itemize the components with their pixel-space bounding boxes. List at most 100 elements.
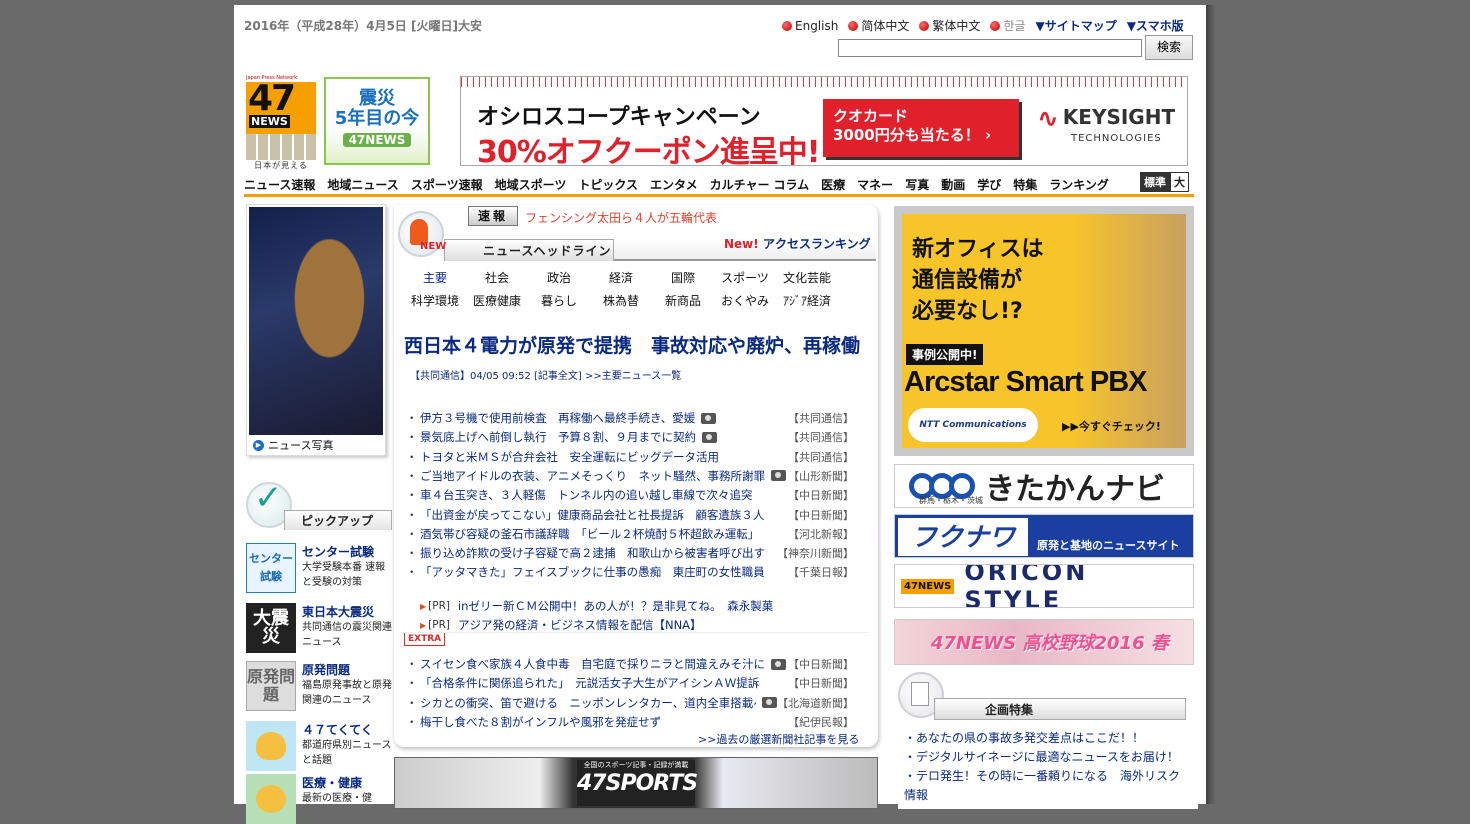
koshien-banner[interactable]: 47NEWS 高校野球2016 春: [894, 619, 1194, 665]
top-ad-banner[interactable]: オシロスコープキャンペーン 30%オフクーポン進呈中! クオカード 3000円分…: [460, 76, 1188, 166]
news-headline-link[interactable]: 伊方３号機で使用前検査 再稼働へ最終手続き、愛媛: [420, 410, 695, 426]
news-headline-link[interactable]: 車４台玉突き、３人軽傷 トンネル内の追い越し車線で次々追突: [420, 487, 752, 503]
category-tab[interactable]: ｱｼﾞｱ経済: [776, 292, 838, 309]
pr-row[interactable]: ▶ [PR] inゼリー新ＣＭ公開中！あの人が！？是非見てね。 森永製菓: [420, 598, 773, 614]
category-tab[interactable]: 新商品: [652, 292, 714, 309]
news-row[interactable]: ・景気底上げへ前倒し執行 予算８割、９月までに契約 【共同通信】: [406, 428, 854, 446]
nav-item[interactable]: ニュース速報: [244, 173, 315, 193]
nav-item[interactable]: トピックス: [578, 173, 638, 193]
nav-item[interactable]: 医療: [821, 173, 845, 193]
nav-item[interactable]: 特集: [1013, 173, 1037, 193]
category-tab[interactable]: 経済: [590, 269, 652, 286]
nav-item[interactable]: 動画: [941, 173, 965, 193]
news-headline-link[interactable]: ご当地アイドルの衣装、アニメそっくり ネット騒然、事務所謝罪: [420, 468, 765, 484]
nav-item[interactable]: コラム: [774, 173, 810, 193]
full-article-link[interactable]: [記事全文]: [534, 371, 582, 382]
pickup-item[interactable]: 医療・健康 最新の医療・健: [246, 774, 392, 824]
category-tab[interactable]: おくやみ: [714, 292, 776, 309]
news-headline-link[interactable]: 景気底上げへ前倒し執行 予算８割、９月までに契約: [420, 429, 696, 445]
news-headline-link[interactable]: 酒気帯び容疑の釜石市議辞職 「ビール２杯焼酎５杯超飲み運転」: [420, 526, 759, 542]
pickup-item[interactable]: センター試験 センター試験 大学受験本番 速報と受験の対策: [246, 543, 392, 593]
category-tab[interactable]: 国際: [652, 269, 714, 286]
bullet: ・: [406, 430, 418, 445]
nav-item[interactable]: 地域ニュース: [327, 173, 398, 193]
news-headline-link[interactable]: トヨタと米ＭＳが合弁会社 安全運転にビッグデータ活用: [420, 449, 719, 465]
news-headline-link[interactable]: 「合格条件に関係追られた」 元説活女子大生がアイシンＡＷ提訴: [420, 675, 759, 691]
category-tab[interactable]: 科学環境: [404, 292, 466, 309]
fukunawa-banner[interactable]: フクナワ 原発と基地のニュースサイト: [894, 514, 1194, 558]
lang-english-link[interactable]: English: [782, 17, 838, 34]
sitemap-link[interactable]: ▼サイトマップ: [1035, 17, 1116, 34]
kitakan-banner[interactable]: きたかんナビ 群馬・栃木・茨城: [894, 464, 1194, 508]
pr-link[interactable]: アジア発の経済・ビジネス情報を配信【NNA】: [458, 617, 702, 633]
nav-item[interactable]: ランキング: [1049, 173, 1109, 193]
news-row[interactable]: ・トヨタと米ＭＳが合弁会社 安全運転にビッグデータ活用 【共同通信】: [406, 448, 854, 466]
kikaku-item-cont[interactable]: 情報: [898, 786, 1198, 805]
news-row[interactable]: ・スイセン食べ家族４人食中毒 自宅庭で採りニラと間違えみそ汁に 【中日新聞】: [406, 655, 854, 673]
access-ranking-link[interactable]: New! アクセスランキング: [724, 235, 871, 252]
news-row[interactable]: ・シカとの衝突、笛で避ける ニッポンレンタカー、道内全車搭載へ 【北海道新聞】: [406, 694, 854, 712]
pickup-item[interactable]: 大震災 東日本大震災 共同通信の震災関連ニュース: [246, 603, 392, 653]
news-headline-link[interactable]: シカとの衝突、笛で避ける ニッポンレンタカー、道内全車搭載へ: [420, 695, 756, 711]
category-tab[interactable]: 政治: [528, 269, 590, 286]
news-headline-link[interactable]: 梅干し食べた８割がインフルや風邪を発症せず: [420, 714, 661, 730]
category-tab[interactable]: 医療健康: [466, 292, 528, 309]
nav-item[interactable]: 地域スポーツ: [495, 173, 567, 193]
right-ad[interactable]: 新オフィスは 通信設備が 必要なし!? 事例公開中! Arcstar Smart…: [894, 206, 1194, 456]
nav-item[interactable]: カルチャー: [710, 173, 770, 193]
category-tab[interactable]: 文化芸能: [776, 269, 838, 286]
category-tab[interactable]: 社会: [466, 269, 528, 286]
category-tab[interactable]: 暮らし: [528, 292, 590, 309]
flash-news-link[interactable]: フェンシング太田ら４人が五輪代表: [525, 209, 717, 226]
pr-link[interactable]: inゼリー新ＣＭ公開中！あの人が！？是非見てね。 森永製菓: [458, 598, 773, 614]
smartphone-link[interactable]: ▼スマホ版: [1127, 17, 1184, 34]
oricon-banner[interactable]: 47NEWS ORICON STYLE: [894, 564, 1194, 608]
size-large-button[interactable]: 大: [1170, 172, 1189, 192]
news-row[interactable]: ・伊方３号機で使用前検査 再稼働へ最終手続き、愛媛 【共同通信】: [406, 409, 854, 427]
search-button[interactable]: 検索: [1145, 35, 1193, 60]
nav-item[interactable]: 写真: [905, 173, 929, 193]
size-standard-button[interactable]: 標準: [1140, 172, 1170, 192]
pr-tag: [PR]: [428, 619, 450, 631]
category-tab[interactable]: 主要: [404, 269, 466, 286]
news-headline-link[interactable]: スイセン食べ家族４人食中毒 自宅庭で採りニラと間違えみそ汁に: [420, 656, 765, 672]
pickup-item[interactable]: 原発問題 原発問題 福島原発事故と原発関連のニュース: [246, 661, 392, 711]
news-row[interactable]: ・振り込め詐欺の受け子容疑で高２逮捕 和歌山から被害者呼び出す 【神奈川新聞】: [406, 544, 854, 562]
pickup-item[interactable]: ４７てくてく 都道府県別ニュースと話題: [246, 721, 392, 771]
banner-cta-button[interactable]: クオカード 3000円分も当たる！ ›: [823, 99, 1019, 157]
pr-row[interactable]: ▶ [PR] アジア発の経済・ビジネス情報を配信【NNA】: [420, 617, 702, 633]
news-row[interactable]: ・ご当地アイドルの衣装、アニメそっくり ネット騒然、事務所謝罪 【山形新聞】: [406, 467, 854, 485]
lang-traditional-link[interactable]: 繁体中文: [919, 17, 980, 34]
news-photo-caption[interactable]: ▶ ニュース写真: [247, 437, 385, 453]
sports-banner[interactable]: 全国のスポーツ記事・記録が満載 47SPORTS: [394, 757, 878, 809]
news-row[interactable]: ・「合格条件に関係追られた」 元説活女子大生がアイシンＡＷ提訴 【中日新聞】: [406, 674, 854, 692]
ad-check-link[interactable]: ▶▶今すぐチェック!: [1062, 418, 1161, 434]
shinsai-banner[interactable]: 震災 5年目の今 47NEWS: [324, 77, 430, 165]
news-headline-link[interactable]: 「出資金が戻ってこない」健康商品会社と社長提訴 顧客遺族３人: [420, 507, 764, 523]
kikaku-item[interactable]: ・デジタルサイネージに最適なニュースをお届け！: [898, 748, 1198, 767]
main-news-list-link[interactable]: >>主要ニュース一覧: [585, 371, 681, 382]
past-articles-link[interactable]: >>過去の厳選新聞社記事を見る: [698, 731, 859, 747]
category-tab[interactable]: スポーツ: [714, 269, 776, 286]
lang-simplified-link[interactable]: 简体中文: [848, 17, 909, 34]
nav-item[interactable]: マネー: [857, 173, 893, 193]
search-input[interactable]: [838, 39, 1142, 57]
kikaku-item[interactable]: ・テロ発生！その時に一番頼りになる 海外リスク: [898, 767, 1198, 786]
top-story-headline[interactable]: 西日本４電力が原発で提携 事故対応や廃炉、再稼働: [404, 335, 860, 357]
category-tab[interactable]: 株為替: [590, 292, 652, 309]
bullet: ・: [406, 565, 418, 580]
site-logo[interactable]: Japan Press Network 47 NEWS 日本が見える: [246, 75, 316, 170]
kikaku-item[interactable]: ・あなたの県の事故多発交差点はここだ！！: [898, 729, 1198, 748]
news-photo-box[interactable]: ▶ ニュース写真: [246, 204, 386, 456]
news-row[interactable]: ・酒気帯び容疑の釜石市議辞職 「ビール２杯焼酎５杯超飲み運転」 【河北新報】: [406, 525, 854, 543]
news-row[interactable]: ・「出資金が戻ってこない」健康商品会社と社長提訴 顧客遺族３人 【中日新聞】: [406, 506, 854, 524]
news-row[interactable]: ・梅干し食べた８割がインフルや風邪を発症せず 【紀伊民報】: [406, 713, 854, 731]
nav-item[interactable]: エンタメ: [650, 173, 698, 193]
lang-korean-link[interactable]: 한글: [990, 17, 1025, 34]
news-headline-link[interactable]: 振り込め詐欺の受け子容疑で高２逮捕 和歌山から被害者呼び出す: [420, 545, 765, 561]
news-row[interactable]: ・車４台玉突き、３人軽傷 トンネル内の追い越し車線で次々追突 【中日新聞】: [406, 486, 854, 504]
nav-item[interactable]: スポーツ速報: [411, 173, 483, 193]
nav-item[interactable]: 学び: [977, 173, 1001, 193]
news-row[interactable]: ・「アッタマきた」フェイスブックに仕事の愚痴 東庄町の女性職員 【千葉日報】: [406, 563, 854, 581]
news-headline-link[interactable]: 「アッタマきた」フェイスブックに仕事の愚痴 東庄町の女性職員: [420, 564, 765, 580]
